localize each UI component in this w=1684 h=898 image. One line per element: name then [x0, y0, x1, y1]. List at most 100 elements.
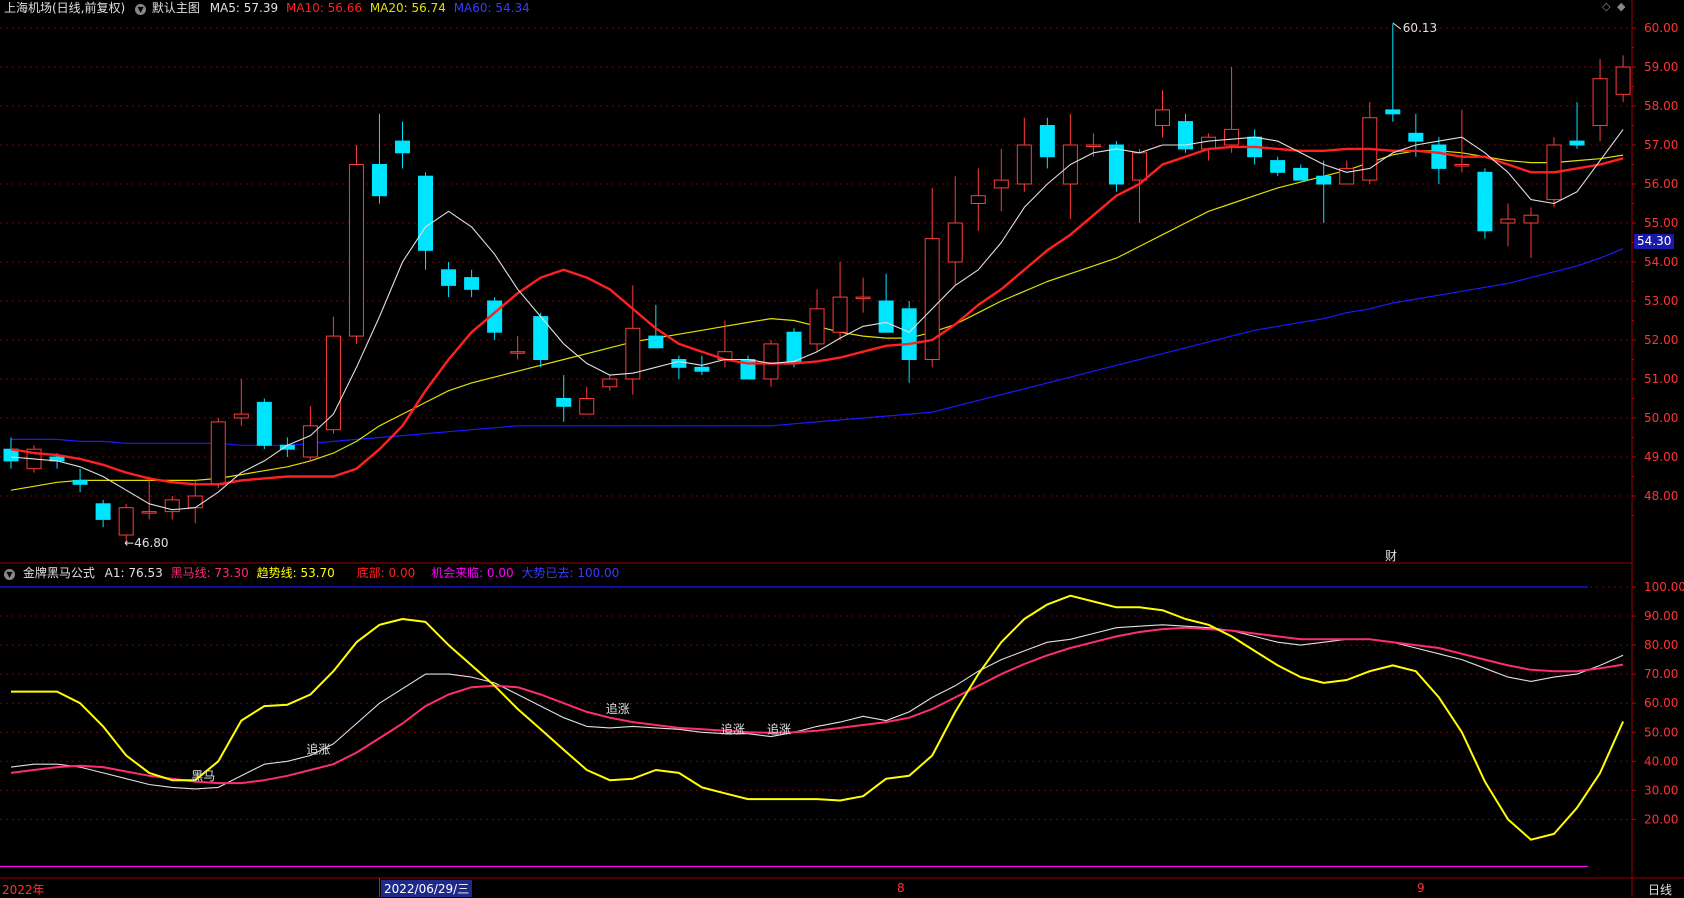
finance-marker: 财 — [1385, 549, 1397, 563]
indicator-name[interactable]: 金牌黑马公式 — [23, 566, 95, 580]
diamond-icon[interactable]: ◇ — [1602, 1, 1612, 12]
y-tick-label: 53.00 — [1644, 294, 1678, 308]
y-tick-label: 49.00 — [1644, 450, 1678, 464]
indicator-tick-label: 80.00 — [1644, 638, 1678, 652]
candle-body-up — [1615, 66, 1631, 95]
candle-body-down — [1431, 144, 1447, 169]
candle-body-up — [1085, 144, 1101, 147]
candle-body-down — [72, 479, 88, 485]
indicator-tick-label: 70.00 — [1644, 667, 1678, 681]
candle-body-up — [348, 164, 364, 337]
candle-body-up — [1131, 152, 1147, 181]
candle-body-up — [855, 296, 871, 300]
low-label: ←46.80 — [124, 536, 168, 550]
indicator-tick-label: 40.00 — [1644, 754, 1678, 768]
dropdown-icon[interactable]: ▼ — [135, 4, 147, 15]
candle-body-down — [1293, 167, 1309, 181]
indicator-tick-label: 90.00 — [1644, 609, 1678, 623]
candle-body-up — [993, 179, 1009, 189]
y-tick-label: 55.00 — [1644, 216, 1678, 230]
ma5-label: MA5: 57.39 — [209, 1, 279, 15]
y-tick-label: 52.00 — [1644, 333, 1678, 347]
y-tick-label: 48.00 — [1644, 489, 1678, 503]
signal-label: 追涨 — [767, 721, 791, 736]
stock-title[interactable]: 上海机场(日线,前复权) — [4, 1, 125, 15]
candle-body-down — [464, 277, 480, 290]
month-8-label: 8 — [897, 881, 905, 895]
candle-body-up — [118, 507, 134, 536]
candle-body-down — [395, 140, 411, 154]
main-chart-label[interactable]: 默认主图 — [152, 1, 200, 15]
candle-body-up — [832, 296, 848, 333]
signal-label: 追涨 — [306, 742, 330, 757]
ma20-label: MA20: 56.74 — [369, 1, 446, 15]
candle-body-down — [694, 366, 710, 372]
y-tick-label: 54.00 — [1644, 255, 1678, 269]
y-tick-label: 51.00 — [1644, 372, 1678, 386]
indicator-header: ▼ 金牌黑马公式 A1: 76.53 黑马线: 73.30 趋势线: 53.70… — [4, 566, 619, 580]
scroll-icon[interactable]: ◆ — [1617, 1, 1627, 12]
candle-body-down — [671, 359, 687, 368]
candle-body-up — [602, 378, 618, 388]
candle-body-up — [1523, 214, 1539, 224]
price-tag: 54.30 — [1634, 234, 1675, 249]
candle-body-down — [95, 503, 111, 520]
candle-body-up — [1454, 164, 1470, 167]
a1-line — [10, 624, 1624, 790]
y-tick-label: 50.00 — [1644, 411, 1678, 425]
indicator-tick-label: 60.00 — [1644, 696, 1678, 710]
candle-body-down — [1039, 125, 1055, 158]
period-label[interactable]: 日线 — [1648, 881, 1672, 898]
signal-label: 黑马 — [191, 769, 215, 783]
y-tick-label: 60.00 — [1644, 21, 1678, 35]
candle-body-down — [256, 401, 272, 446]
candle-body-up — [970, 195, 986, 204]
y-tick-label: 59.00 — [1644, 60, 1678, 74]
a1-label: A1: 76.53 — [104, 566, 163, 580]
candle-body-up — [1155, 109, 1170, 127]
bull-label: 大势已去: 100.00 — [521, 566, 620, 580]
cursor-date-label: 2022/06/29/三 — [381, 880, 473, 897]
indicator-tick-label: 30.00 — [1644, 783, 1678, 797]
candle-body-down — [648, 335, 664, 349]
indicator-tick-label: 100.00 — [1644, 580, 1684, 594]
candle-body-up — [233, 413, 249, 419]
year-label: 2022年 — [2, 883, 45, 897]
y-tick-label: 57.00 — [1644, 138, 1678, 152]
candle-body-down — [901, 308, 917, 360]
high-label: 60.13 — [1403, 21, 1437, 35]
candle-body-up — [1016, 144, 1032, 185]
candle-body-down — [1477, 171, 1493, 232]
candle-body-up — [763, 343, 779, 380]
signal-label: 追涨 — [721, 721, 745, 736]
y-tick-label: 58.00 — [1644, 99, 1678, 113]
candle-body-down — [1108, 144, 1124, 185]
candle-body-down — [371, 164, 387, 197]
trend-label: 趋势线: 53.70 — [256, 566, 335, 580]
candle-body-up — [1592, 78, 1608, 126]
candle-body-down — [1569, 140, 1585, 146]
candle-body-down — [1316, 175, 1332, 185]
chart-stage: 48.00 49.00 50.00 51.00 52.00 53.00 54.00 55.00… — [0, 0, 1684, 897]
candle-body-down — [786, 331, 802, 364]
candle-body-up — [1500, 218, 1516, 224]
main-header: 上海机场(日线,前复权) ▼ 默认主图 MA5: 57.39 MA10: 56.… — [4, 1, 530, 15]
candle-body-down — [418, 175, 434, 251]
month-9-label: 9 — [1417, 881, 1425, 895]
ma10-label: MA10: 56.66 — [285, 1, 362, 15]
kline-chart[interactable]: 48.00 49.00 50.00 51.00 52.00 53.00 54.00 55.00… — [0, 0, 1684, 897]
candle-body-down — [556, 398, 572, 407]
chance-label: 机会来临: 0.00 — [431, 566, 514, 580]
indicator-dropdown-icon[interactable]: ▼ — [4, 569, 15, 580]
heima-label: 黑马线: 73.30 — [170, 566, 249, 580]
candle-body-up — [187, 495, 203, 509]
diku-label: 底部: 0.00 — [356, 566, 416, 580]
candle-body-up — [947, 222, 963, 263]
y-tick-label: 56.00 — [1644, 177, 1678, 191]
candle-body-down — [1408, 132, 1424, 142]
heima-line — [10, 626, 1624, 785]
candle-body-up — [1201, 136, 1217, 150]
ma60-label: MA60: 54.34 — [453, 1, 530, 15]
candle-body-up — [809, 308, 825, 345]
candle-body-up — [510, 351, 526, 354]
